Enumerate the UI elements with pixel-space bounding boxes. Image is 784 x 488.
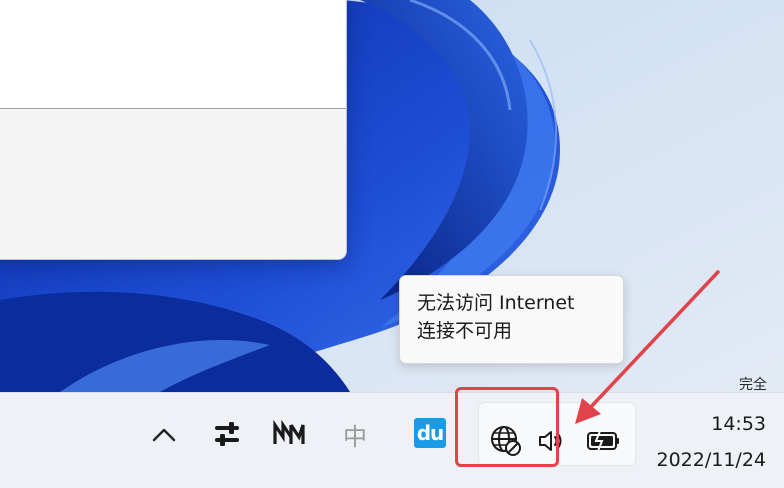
desktop-corner-text: 完全 (739, 377, 767, 393)
app-window[interactable] (0, 0, 347, 260)
annotation-highlight-box (455, 387, 559, 467)
system-clock[interactable]: 14:53 2022/11/24 (640, 411, 780, 475)
chevron-up-icon[interactable] (148, 419, 180, 451)
ime-indicator[interactable]: 中 (336, 415, 374, 453)
clock-date: 2022/11/24 (656, 449, 766, 471)
clock-time: 14:53 (711, 413, 766, 435)
taskbar: 中 du 14:53 2022/11/24 (0, 392, 784, 488)
settings-sliders-icon[interactable] (210, 417, 244, 451)
network-status-tooltip: 无法访问 Internet 连接不可用 (399, 275, 624, 364)
tooltip-line-1: 无法访问 Internet (417, 292, 575, 314)
baidu-du-icon[interactable]: du (414, 418, 446, 448)
window-bottom-panel (0, 109, 346, 259)
tooltip-line-2: 连接不可用 (417, 320, 513, 342)
battery-icon[interactable] (584, 425, 624, 457)
mm-logo-icon[interactable] (270, 417, 308, 451)
window-content-area (0, 0, 346, 109)
